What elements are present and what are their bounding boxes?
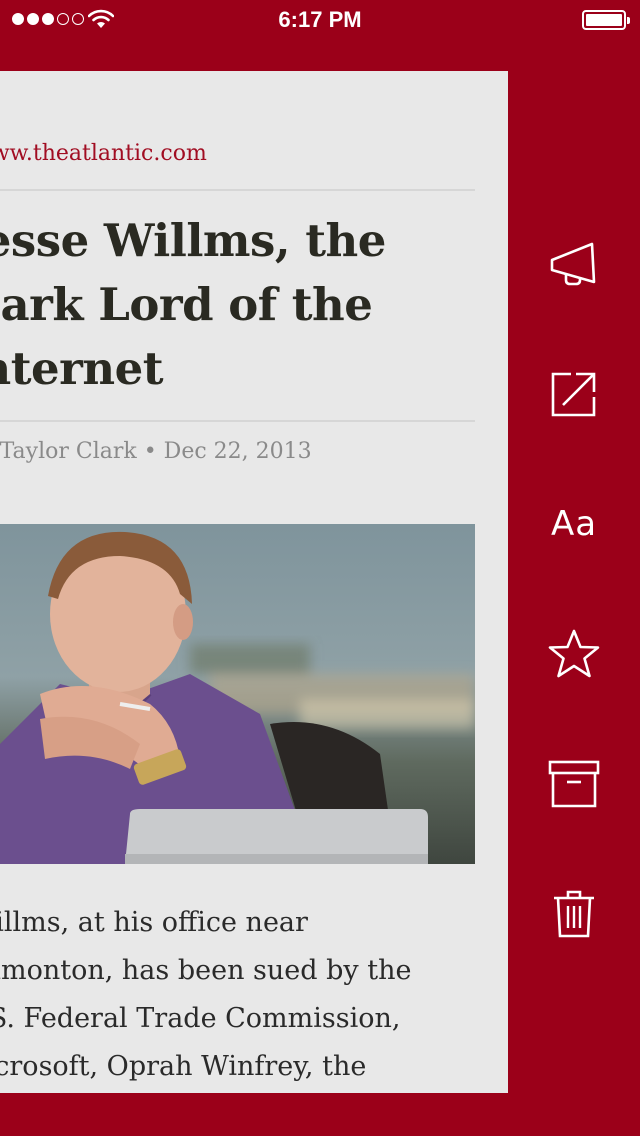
- star-icon: [548, 629, 600, 678]
- divider: [0, 420, 475, 422]
- headline-line: Internet: [0, 342, 164, 395]
- text-settings-button[interactable]: Aa: [538, 488, 610, 560]
- article-headline: Jesse Willms, the Dark Lord of the Inter…: [0, 209, 508, 401]
- archive-box-icon: [548, 760, 600, 808]
- font-size-icon: Aa: [550, 504, 598, 544]
- divider: [0, 189, 475, 191]
- favorite-button[interactable]: [538, 618, 610, 690]
- battery-icon: [582, 10, 630, 30]
- megaphone-icon: [550, 242, 596, 286]
- archive-button[interactable]: [538, 748, 610, 820]
- external-link-icon: [551, 372, 596, 417]
- article-card[interactable]: www.theatlantic.com Jesse Willms, the Da…: [0, 71, 508, 1093]
- body-line: U.S. Federal Trade Commission,: [0, 1003, 401, 1034]
- article-body: Willms, at his office near Edmonton, has…: [0, 899, 484, 1091]
- headline-line: Jesse Willms, the: [0, 214, 386, 267]
- article-photo: [0, 524, 475, 864]
- open-in-browser-button[interactable]: [538, 358, 610, 430]
- trash-icon: [554, 890, 594, 938]
- article-source-link[interactable]: www.theatlantic.com: [0, 141, 207, 166]
- delete-button[interactable]: [538, 878, 610, 950]
- status-bar: 6:17 PM: [0, 0, 640, 40]
- body-line: Willms, at his office near: [0, 907, 308, 938]
- headline-line: Dark Lord of the: [0, 278, 373, 331]
- body-line: Microsoft, Oprah Winfrey, the: [0, 1051, 367, 1082]
- body-line: Edmonton, has been sued by the: [0, 955, 412, 986]
- share-button[interactable]: [538, 228, 610, 300]
- status-time: 6:17 PM: [278, 7, 362, 32]
- article-byline: By Taylor Clark • Dec 22, 2013: [0, 439, 312, 464]
